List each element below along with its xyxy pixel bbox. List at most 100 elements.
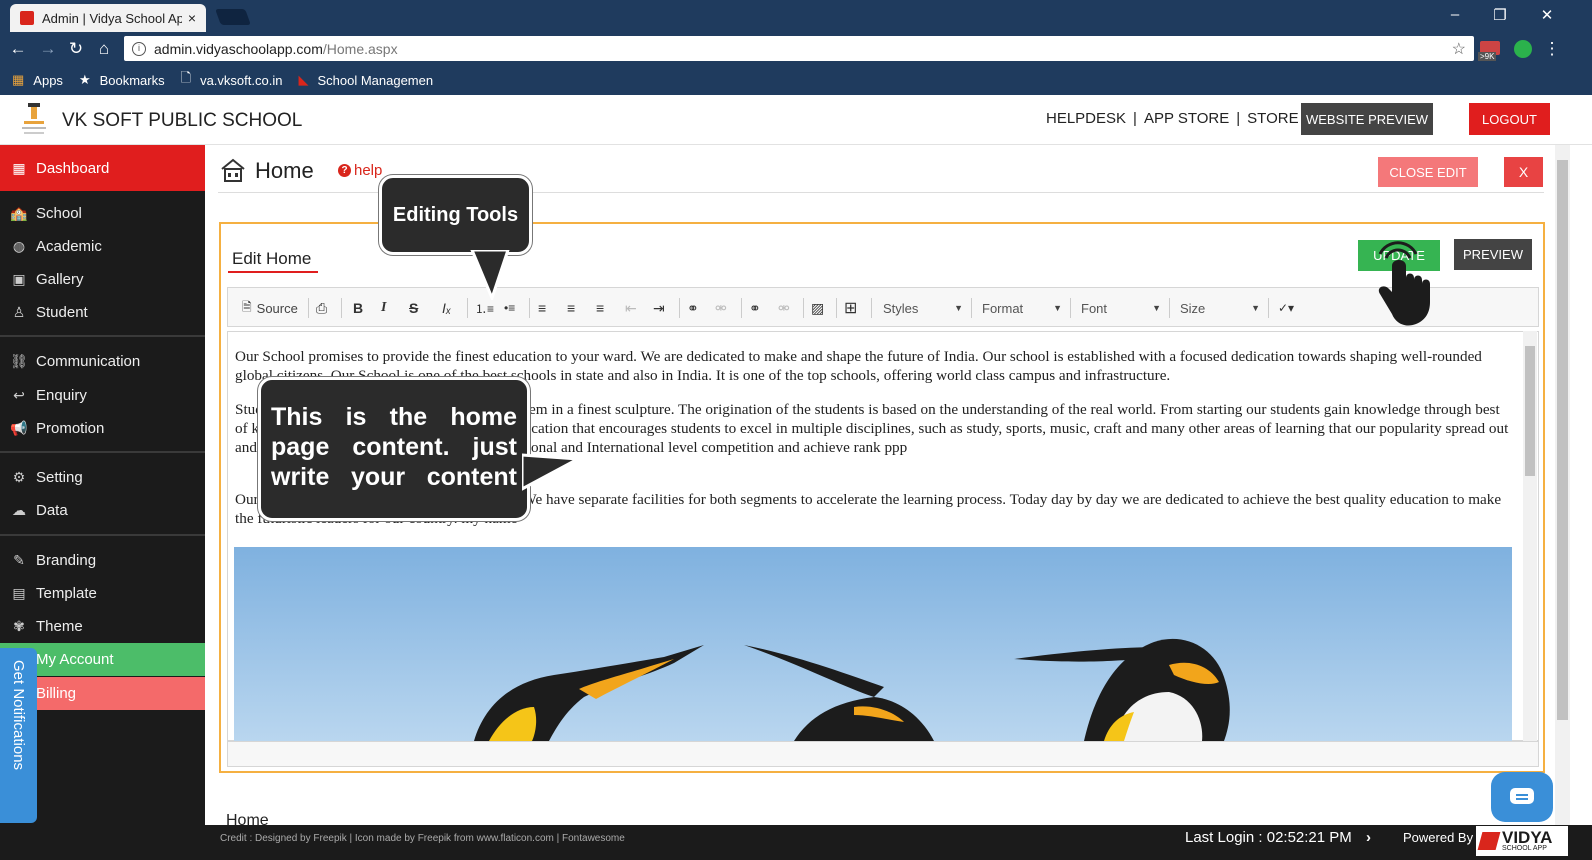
sidebar-item-setting[interactable]: ⚙ Setting xyxy=(0,461,205,494)
brush-icon: ✎ xyxy=(13,552,25,568)
chevron-down-icon: ▼ xyxy=(1053,303,1062,313)
numbered-list-icon[interactable]: ⒈≡ xyxy=(475,298,494,318)
site-info-icon[interactable]: i xyxy=(132,41,146,56)
print-icon[interactable]: ⎙ xyxy=(316,298,327,318)
sidebar-item-template[interactable]: ▤ Template xyxy=(0,577,205,610)
sidebar-item-communication[interactable]: ⛓ Communication xyxy=(0,345,205,378)
vidya-brand-text: VIDYA xyxy=(1502,827,1553,847)
browser-menu-icon[interactable]: ⋮ xyxy=(1542,39,1562,59)
align-left-icon[interactable]: ≡ xyxy=(538,298,546,318)
bold-icon[interactable]: B xyxy=(353,298,363,318)
spellcheck-icon[interactable]: ✓▾ xyxy=(1278,298,1294,318)
tab-close-button[interactable]: × xyxy=(188,10,196,26)
school-favicon: ◣ xyxy=(298,72,309,87)
toolbar-separator xyxy=(308,298,309,318)
insert-table-icon[interactable]: ⊞ xyxy=(844,298,857,318)
format-label: Format xyxy=(982,300,1024,316)
sidebar-item-school[interactable]: 🏫 School xyxy=(0,197,205,230)
app-store-link[interactable]: APP STORE xyxy=(1144,110,1229,127)
home-browser-icon[interactable]: ⌂ xyxy=(94,39,114,59)
toolbar-separator xyxy=(836,298,837,318)
mail-extension-badge: >9K xyxy=(1478,52,1497,61)
anchor-unlink-icon[interactable]: ⚮ xyxy=(778,298,790,318)
chevron-right-icon[interactable]: › xyxy=(1366,829,1371,846)
back-icon[interactable]: ← xyxy=(8,39,28,59)
link-separator: | xyxy=(1236,110,1241,127)
sidebar-item-academic[interactable]: ◍ Academic xyxy=(0,230,205,263)
size-dropdown[interactable]: Size ▼ xyxy=(1180,297,1260,319)
reply-icon: ↩ xyxy=(13,387,25,403)
close-button[interactable]: X xyxy=(1504,157,1543,187)
apps-grid-icon: ▦ xyxy=(12,72,25,87)
maximize-icon[interactable]: ❐ xyxy=(1490,6,1510,24)
sidebar-item-data[interactable]: ☁ Data xyxy=(0,494,205,527)
sidebar-item-branding[interactable]: ✎ Branding xyxy=(0,544,205,577)
link-separator: | xyxy=(1133,110,1137,127)
font-dropdown[interactable]: Font ▼ xyxy=(1081,297,1161,319)
sidebar-item-label: Setting xyxy=(36,469,83,486)
minimize-icon[interactable]: – xyxy=(1445,6,1465,23)
helpdesk-link[interactable]: HELPDESK xyxy=(1046,110,1126,127)
close-edit-button[interactable]: CLOSE EDIT xyxy=(1378,157,1478,187)
forward-icon[interactable]: → xyxy=(38,39,58,59)
footer-credit: Credit : Designed by Freepik | Icon made… xyxy=(220,833,625,844)
reload-icon[interactable]: ↻ xyxy=(66,39,86,59)
student-icon: ♙ xyxy=(12,304,26,320)
sidebar-item-label: School xyxy=(36,205,82,222)
cloud-icon: ☁ xyxy=(12,502,26,518)
italic-icon[interactable]: I xyxy=(381,298,386,318)
sidebar-item-enquiry[interactable]: ↩ Enquiry xyxy=(0,379,205,412)
editing-tools-callout-pointer xyxy=(470,250,510,300)
sidebar-item-promotion[interactable]: 📢 Promotion xyxy=(0,412,205,445)
insert-image-icon[interactable]: ▨ xyxy=(811,298,824,318)
grammarly-extension-icon[interactable] xyxy=(1514,40,1532,58)
strikethrough-icon[interactable]: S xyxy=(409,298,418,318)
font-label: Font xyxy=(1081,300,1108,316)
anchor-link-icon[interactable]: ⚭ xyxy=(749,298,761,318)
bookmark-apps[interactable]: ▦ Apps xyxy=(12,72,63,88)
app-header: VK SOFT PUBLIC SCHOOL HELPDESK | APP STO… xyxy=(0,95,1592,145)
bookmark-star-icon[interactable]: ☆ xyxy=(1452,39,1466,59)
sidebar-item-student[interactable]: ♙ Student xyxy=(0,296,205,329)
sidebar-item-gallery[interactable]: ▣ Gallery xyxy=(0,263,205,296)
format-dropdown[interactable]: Format ▼ xyxy=(982,297,1062,319)
bookmark-vksoft[interactable]: 🗋 va.vksoft.co.in xyxy=(181,69,283,91)
editor-scrollbar-thumb[interactable] xyxy=(1525,346,1535,476)
sidebar-item-dashboard[interactable]: ▦ Dashboard xyxy=(0,145,205,191)
url-field[interactable]: i admin.vidyaschoolapp.com /Home.aspx ☆ xyxy=(124,36,1474,61)
megaphone-icon: 📢 xyxy=(10,420,28,436)
logout-button[interactable]: LOGOUT xyxy=(1469,103,1550,135)
styles-dropdown[interactable]: Styles ▼ xyxy=(883,297,963,319)
website-preview-button[interactable]: WEBSITE PREVIEW xyxy=(1301,103,1433,135)
remove-format-icon[interactable]: Iₓ xyxy=(442,298,451,318)
bookmark-bookmarks[interactable]: ★ Bookmarks xyxy=(79,72,165,88)
preview-button[interactable]: PREVIEW xyxy=(1454,239,1532,270)
powered-by-label: Powered By xyxy=(1403,830,1474,845)
link-icon[interactable]: ⚭ xyxy=(687,298,699,318)
last-login: Last Login : 02:52:21 PM › xyxy=(1185,829,1371,846)
chat-button[interactable] xyxy=(1491,772,1553,822)
outdent-icon[interactable]: ⇤ xyxy=(625,298,637,318)
sidebar-divider xyxy=(0,335,205,337)
image-icon: ▣ xyxy=(12,271,26,287)
bookmark-school-management[interactable]: ◣ School Managemen xyxy=(298,72,433,88)
align-center-icon[interactable]: ≡ xyxy=(567,298,575,318)
toolbar-separator xyxy=(1070,298,1071,318)
sidebar-item-label: Promotion xyxy=(36,420,105,437)
page-scrollbar-thumb[interactable] xyxy=(1557,160,1568,720)
source-button[interactable]: 🗎 Source xyxy=(242,298,298,318)
store-link[interactable]: STORE xyxy=(1247,110,1298,127)
sidebar-item-label: Billing xyxy=(36,685,77,702)
bookmark-label: School Managemen xyxy=(317,72,434,88)
align-right-icon[interactable]: ≡ xyxy=(596,298,604,318)
sidebar-item-theme[interactable]: ✾ Theme xyxy=(0,610,205,643)
unlink-icon[interactable]: ⚮ xyxy=(715,298,727,318)
browser-tab[interactable]: Admin | Vidya School App × xyxy=(10,4,206,32)
indent-icon[interactable]: ⇥ xyxy=(653,298,665,318)
tab-title: Admin | Vidya School App xyxy=(42,10,182,26)
close-window-icon[interactable]: ✕ xyxy=(1537,6,1557,24)
globe-icon: ◍ xyxy=(12,238,26,254)
new-tab-button[interactable] xyxy=(215,9,251,25)
help-link[interactable]: ? help xyxy=(338,162,382,179)
bulleted-list-icon[interactable]: •≡ xyxy=(504,298,515,318)
